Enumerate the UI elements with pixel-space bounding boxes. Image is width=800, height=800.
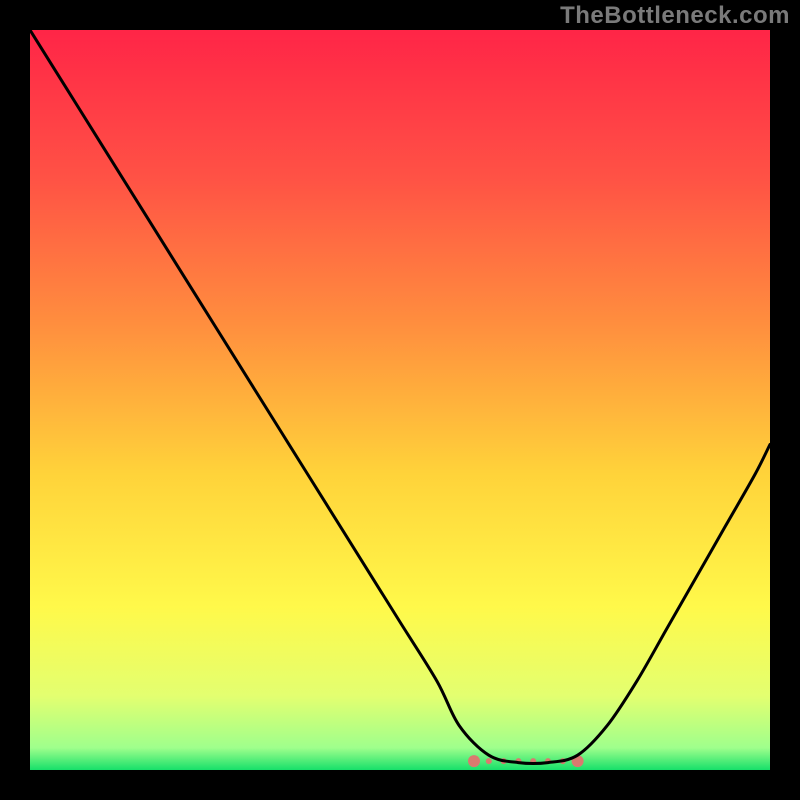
chart-frame: TheBottleneck.com	[0, 0, 800, 800]
watermark-text: TheBottleneck.com	[560, 2, 790, 30]
gradient-background	[30, 30, 770, 770]
chart-svg	[30, 30, 770, 770]
chart-plot-area	[30, 30, 770, 770]
